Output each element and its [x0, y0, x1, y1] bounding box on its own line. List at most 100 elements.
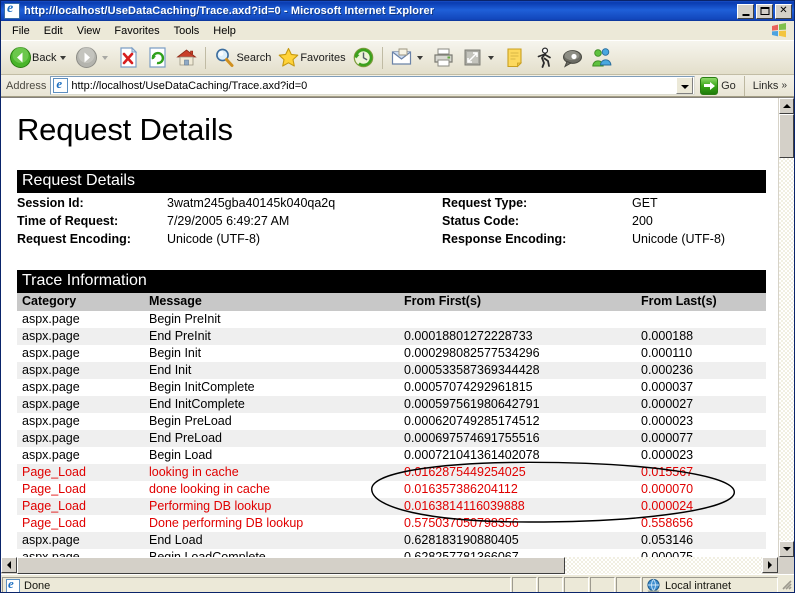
page-favicon-icon: [53, 78, 68, 93]
trace-cell-category: aspx.page: [17, 447, 144, 464]
trace-cell-from-first: 0.000697574691755516: [399, 430, 636, 447]
scroll-down-button[interactable]: [779, 541, 794, 557]
address-separator: [744, 76, 745, 96]
vertical-scroll-track[interactable]: [779, 114, 794, 541]
back-button[interactable]: Back: [6, 44, 72, 72]
history-button[interactable]: [349, 44, 378, 72]
status-text: Done: [24, 580, 50, 592]
stop-button[interactable]: [114, 44, 143, 72]
security-zone-label: Local intranet: [665, 580, 731, 592]
back-label: Back: [32, 52, 56, 64]
menu-item-help[interactable]: Help: [206, 23, 243, 39]
trace-cell-from-first: 0.000533587369344428: [399, 362, 636, 379]
notes-button[interactable]: [500, 44, 529, 72]
address-label: Address: [6, 80, 46, 92]
minimize-button[interactable]: [737, 4, 754, 19]
scroll-right-button[interactable]: [762, 557, 778, 573]
column-header-message: Message: [144, 293, 399, 311]
maximize-button[interactable]: [756, 4, 773, 19]
trace-cell-from-first: 0.000620749285174512: [399, 413, 636, 430]
search-label: Search: [236, 52, 271, 64]
table-row: aspx.pageBegin InitComplete0.00057074292…: [17, 379, 766, 396]
links-chevron-icon: »: [781, 80, 787, 91]
runner-button[interactable]: [529, 44, 558, 72]
table-row: aspx.pageEnd PreLoad0.000697574691755516…: [17, 430, 766, 447]
request-type-label: Request Type:: [442, 194, 632, 212]
horizontal-scroll-track[interactable]: [17, 557, 762, 574]
vertical-scroll-thumb[interactable]: [779, 114, 794, 158]
table-row: Time of Request: 7/29/2005 6:49:27 AM St…: [17, 212, 766, 230]
menu-item-file[interactable]: File: [5, 23, 37, 39]
trace-cell-message: done looking in cache: [144, 481, 399, 498]
forward-dropdown-icon[interactable]: [102, 56, 108, 60]
windows-flag-icon: [770, 22, 788, 39]
horizontal-scroll-thumb[interactable]: [17, 557, 565, 574]
trace-cell-from-first: 0.016357386204112: [399, 481, 636, 498]
trace-cell-category: aspx.page: [17, 532, 144, 549]
trace-cell-from-last: 0.000070: [636, 481, 766, 498]
address-input[interactable]: http://localhost/UseDataCaching/Trace.ax…: [50, 76, 695, 95]
discuss-icon: [561, 46, 584, 69]
go-button[interactable]: Go: [695, 76, 741, 96]
trace-cell-category: aspx.page: [17, 549, 144, 557]
trace-cell-from-last: 0.000027: [636, 396, 766, 413]
links-button[interactable]: Links »: [748, 76, 792, 96]
toolbar-separator: [205, 47, 206, 69]
search-button[interactable]: Search: [210, 44, 274, 72]
resize-grip[interactable]: [779, 577, 793, 593]
status-text-panel: Done: [2, 577, 511, 593]
back-dropdown-icon[interactable]: [60, 56, 66, 60]
menu-item-view[interactable]: View: [70, 23, 108, 39]
response-encoding-label: Response Encoding:: [442, 230, 632, 248]
trace-cell-from-last: 0.000023: [636, 413, 766, 430]
menu-item-tools[interactable]: Tools: [167, 23, 207, 39]
mail-icon: [390, 46, 413, 69]
trace-information-table: Category Message From First(s) From Last…: [17, 293, 766, 557]
favorites-button[interactable]: Favorites: [274, 44, 348, 72]
forward-button[interactable]: [72, 44, 114, 72]
history-icon: [352, 46, 375, 69]
mail-button[interactable]: [387, 44, 429, 72]
trace-cell-category: Page_Load: [17, 515, 144, 532]
browser-window: http://localhost/UseDataCaching/Trace.ax…: [0, 0, 795, 593]
menu-item-edit[interactable]: Edit: [37, 23, 70, 39]
edit-button[interactable]: [458, 44, 500, 72]
home-icon: [175, 46, 198, 69]
discuss-button[interactable]: [558, 44, 587, 72]
refresh-button[interactable]: [143, 44, 172, 72]
horizontal-scrollbar[interactable]: [1, 557, 794, 574]
favorites-label: Favorites: [300, 52, 345, 64]
scrollbar-corner: [778, 557, 794, 574]
trace-header-row: Category Message From First(s) From Last…: [17, 293, 766, 311]
trace-cell-from-first: 0.628257781366067: [399, 549, 636, 557]
status-panel-5: [616, 577, 641, 593]
messenger-button[interactable]: [587, 44, 616, 72]
trace-cell-from-last: 0.000023: [636, 447, 766, 464]
menu-item-favorites[interactable]: Favorites: [107, 23, 166, 39]
messenger-icon: [590, 46, 613, 69]
trace-information-heading: Trace Information: [17, 270, 766, 293]
trace-cell-category: aspx.page: [17, 311, 144, 328]
print-button[interactable]: [429, 44, 458, 72]
trace-cell-message: Begin Load: [144, 447, 399, 464]
request-encoding-value: Unicode (UTF-8): [167, 230, 442, 248]
time-of-request-label: Time of Request:: [17, 212, 167, 230]
edit-dropdown-icon[interactable]: [488, 56, 494, 60]
search-icon: [213, 46, 236, 69]
status-panel-3: [564, 577, 589, 593]
close-button[interactable]: ✕: [775, 4, 792, 19]
security-zone-panel[interactable]: Local intranet: [642, 577, 778, 593]
scroll-left-button[interactable]: [1, 557, 17, 573]
trace-cell-from-last: 0.015567: [636, 464, 766, 481]
vertical-scrollbar[interactable]: [778, 98, 794, 557]
scroll-up-button[interactable]: [779, 98, 794, 114]
trace-cell-from-last: 0.000188: [636, 328, 766, 345]
trace-cell-message: End PreInit: [144, 328, 399, 345]
request-details-table: Session Id: 3watm245gba40145k040qa2q Req…: [17, 194, 766, 248]
home-button[interactable]: [172, 44, 201, 72]
toolbar-separator-2: [382, 47, 383, 69]
trace-cell-from-first: 0.0162875449254025: [399, 464, 636, 481]
status-bar: Done Local intranet: [1, 574, 794, 593]
address-dropdown-icon[interactable]: [676, 77, 693, 94]
mail-dropdown-icon[interactable]: [417, 56, 423, 60]
